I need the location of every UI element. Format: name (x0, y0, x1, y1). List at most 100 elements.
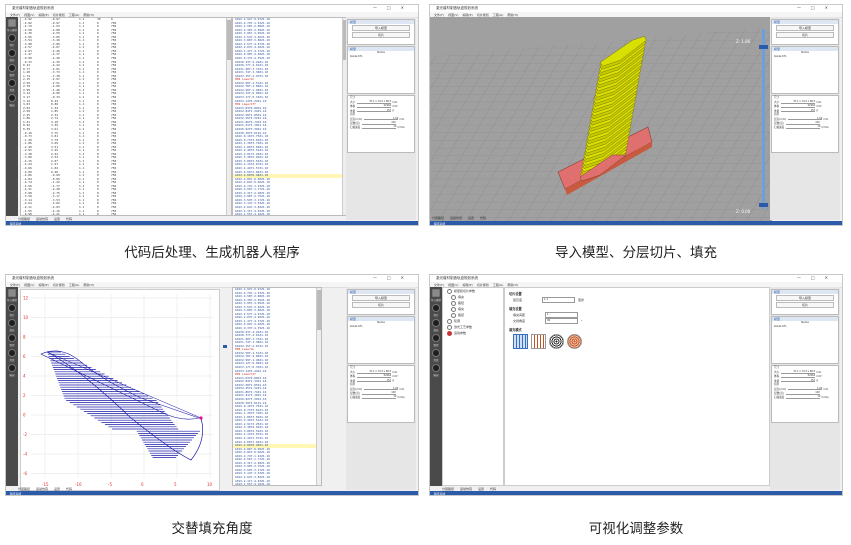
toolbar-item[interactable]: 填充 (6, 319, 18, 332)
gcode-line[interactable]: G01X-1.55Y-4.16Z1.10 (233, 483, 321, 485)
code-scrollbar[interactable] (226, 18, 231, 215)
collapse-arrow-icon[interactable] (223, 345, 227, 348)
3d-viewport[interactable]: Z: 1.86 Z: 0.00 (430, 17, 772, 222)
import-icon[interactable] (8, 19, 16, 27)
fill-spacing-input[interactable]: 1 (545, 312, 579, 318)
export-icon[interactable] (8, 364, 16, 372)
simulate-icon[interactable] (432, 349, 440, 357)
bottom-tab[interactable]: 代码 (480, 216, 486, 220)
model-list-item[interactable]: blade.STL (772, 55, 838, 59)
gcode-view[interactable]: G01X-4.92Y-0.97Z1.10 G01X-4.79Y-1.53Z1.10… (232, 287, 322, 486)
slice-icon[interactable] (8, 34, 16, 42)
toolbar-item[interactable]: 路径 (430, 334, 442, 347)
property-value[interactable]: 37.1 x 74.5 x 86.5 (781, 100, 816, 104)
slice-button[interactable]: 切片 (776, 302, 834, 308)
path-icon[interactable] (432, 334, 440, 342)
path-icon[interactable] (8, 334, 16, 342)
toolbar-item[interactable]: 切片 (430, 304, 442, 317)
slice-icon[interactable] (8, 304, 16, 312)
property-value[interactable]: 1.00 (788, 117, 823, 121)
property-value[interactable]: 52464 (357, 374, 392, 378)
export-icon[interactable] (432, 364, 440, 372)
property-value[interactable]: 10 (362, 395, 397, 399)
layer-height-input[interactable]: 1.1 (542, 297, 576, 303)
toolbar-item[interactable]: 输出 (430, 364, 442, 377)
toolbar-item[interactable]: 路径 (6, 334, 18, 347)
property-value[interactable]: 1.00 (364, 387, 399, 391)
layer-slider-top-handle[interactable] (759, 45, 768, 49)
model-list-item[interactable]: blade.STL (348, 55, 414, 59)
property-value[interactable]: 37.1 x 74.5 x 86.5 (357, 370, 392, 374)
toolbar-item[interactable]: 切片 (6, 304, 18, 317)
toolbar-item[interactable]: 切片 (6, 34, 18, 47)
property-value[interactable]: 157 (781, 109, 816, 113)
import-icon[interactable] (8, 289, 16, 297)
toolbar-item[interactable]: 仿真 (6, 79, 18, 92)
model-list-item[interactable]: blade.STL (772, 325, 838, 329)
window-controls[interactable]: —□✕ (797, 275, 838, 280)
gcode-view[interactable]: G01X-4.92Y-0.97Z1.10 G01X-4.79Y-1.53Z1.10… (232, 17, 348, 216)
bottom-tab[interactable]: 运动仿真 (450, 216, 462, 220)
export-icon[interactable] (8, 94, 16, 102)
slice-button[interactable]: 切片 (352, 302, 410, 308)
toolbar-item[interactable]: 导入模型 (6, 289, 18, 302)
bottom-tab[interactable]: 分层路径 (432, 216, 444, 220)
fill-angle-input[interactable]: 90 (545, 318, 579, 324)
property-value[interactable]: 37.1 x 74.5 x 86.5 (781, 370, 816, 374)
code-listing[interactable]: -4.92 -0.97 1.1 30 0 -4.92 -0.97 1.1 0 750 -4.79 -1… (20, 17, 232, 216)
layer-slider-bottom-handle[interactable] (759, 203, 768, 207)
simulate-icon[interactable] (8, 349, 16, 357)
fill-icon[interactable] (432, 319, 440, 327)
toolbar-item[interactable]: 输出 (6, 94, 18, 107)
menu-edit[interactable]: 编辑(E) (38, 283, 48, 287)
property-value[interactable]: 100 (785, 121, 820, 125)
toolbar-item[interactable]: 仿真 (430, 349, 442, 362)
property-value[interactable]: 100 (361, 391, 396, 395)
gcode-line[interactable]: G01X-1.55Y-4.16Z1.10 (233, 213, 347, 215)
model-list-item[interactable]: blade.STL (348, 325, 414, 329)
menu-view[interactable]: 视图(V) (24, 283, 34, 287)
window-controls[interactable]: —□✕ (373, 5, 414, 10)
zigzag-pattern-icon[interactable] (513, 334, 528, 349)
window-controls[interactable]: —□✕ (373, 275, 414, 280)
fill-icon[interactable] (8, 49, 16, 57)
toolbar-item[interactable]: 填充 (6, 49, 18, 62)
window-controls[interactable]: —□✕ (797, 5, 838, 10)
import-model-button[interactable]: 导入模型 (352, 295, 410, 301)
property-value[interactable]: 10 (362, 125, 397, 129)
tree-item[interactable]: 运动参数 (443, 330, 503, 336)
menu-help[interactable]: 帮助(H) (83, 283, 94, 287)
property-value[interactable]: 52464 (781, 374, 816, 378)
menu-slice[interactable]: 切片规划 (53, 283, 65, 287)
property-value[interactable]: 100 (785, 391, 820, 395)
gcode-scrollbar[interactable] (316, 288, 321, 485)
import-model-button[interactable]: 导入模型 (776, 25, 834, 31)
spiral-pattern-icon[interactable] (549, 334, 564, 349)
toolbar-item[interactable]: 填充 (430, 319, 442, 332)
import-icon[interactable] (432, 289, 440, 297)
contour-pattern-icon[interactable] (531, 334, 546, 349)
layer-slider-track[interactable] (762, 29, 765, 209)
property-value[interactable]: 157 (357, 379, 392, 383)
property-value[interactable]: 157 (357, 109, 392, 113)
slice-button[interactable]: 切片 (776, 32, 834, 38)
property-value[interactable]: 52464 (781, 104, 816, 108)
fill-icon[interactable] (8, 319, 16, 327)
property-value[interactable]: 52464 (357, 104, 392, 108)
import-model-button[interactable]: 导入模型 (352, 25, 410, 31)
toolbar-item[interactable]: 路径 (6, 64, 18, 77)
property-value[interactable]: 1.00 (788, 387, 823, 391)
concentric-pattern-icon[interactable] (567, 334, 582, 349)
fill-path-plot[interactable]: 12 10 8 6 4 2 0 -2 -4 -6 -15 -10 -5 0 5 10 (20, 289, 220, 491)
import-model-button[interactable]: 导入模型 (776, 295, 834, 301)
property-value[interactable]: 157 (781, 379, 816, 383)
toolbar-item[interactable]: 导入模型 (6, 19, 18, 32)
property-value[interactable]: 10 (786, 395, 821, 399)
property-value[interactable]: 1.00 (364, 117, 399, 121)
slice-button[interactable]: 切片 (352, 32, 410, 38)
bottom-tab[interactable]: 设置 (468, 216, 474, 220)
toolbar-item[interactable]: 仿真 (6, 349, 18, 362)
slice-icon[interactable] (432, 304, 440, 312)
property-value[interactable]: 100 (361, 121, 396, 125)
path-icon[interactable] (8, 64, 16, 72)
